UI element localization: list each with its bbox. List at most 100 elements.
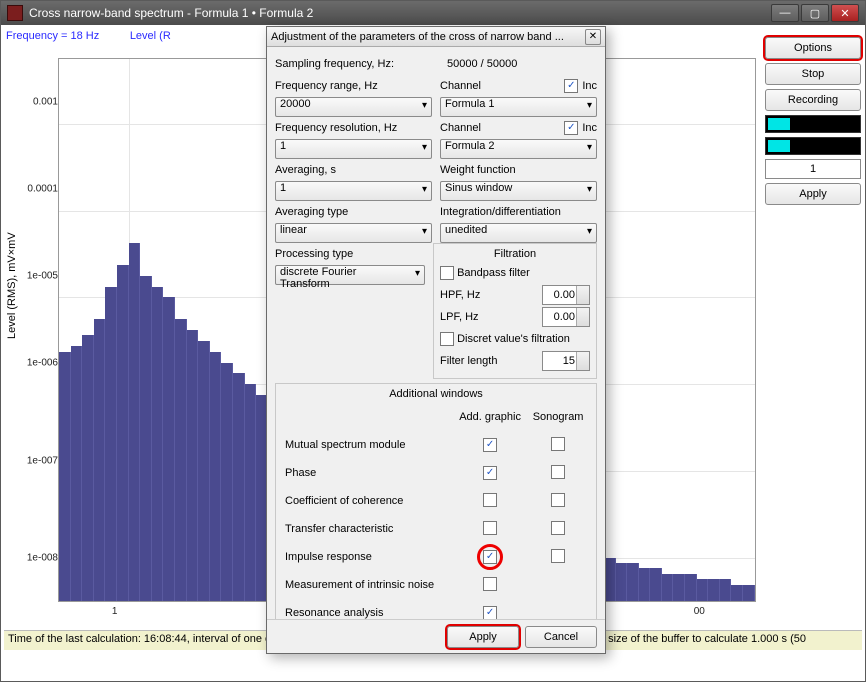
x-tick: 00 bbox=[694, 606, 705, 617]
aw-sonogram-checkbox[interactable] bbox=[551, 437, 565, 451]
aw-graphic-checkbox[interactable] bbox=[483, 493, 497, 507]
intdiff-label: Integration/differentiation bbox=[440, 206, 597, 218]
minimize-button[interactable]: — bbox=[771, 4, 799, 22]
freq-readout: Frequency = 18 Hz bbox=[6, 30, 99, 42]
side-value-input[interactable] bbox=[765, 159, 861, 179]
aw-row-label: Coefficient of coherence bbox=[284, 488, 452, 514]
dialog-close-button[interactable]: ✕ bbox=[585, 29, 601, 45]
avg-type-label: Averaging type bbox=[275, 206, 432, 218]
side-apply-button[interactable]: Apply bbox=[765, 183, 861, 205]
bandpass-label: Bandpass filter bbox=[457, 267, 530, 279]
aw-col-graphic: Add. graphic bbox=[454, 404, 526, 430]
aw-title: Additional windows bbox=[282, 388, 590, 400]
y-tick: 1e-007 bbox=[27, 455, 58, 466]
channel1-select[interactable]: Formula 1 bbox=[440, 97, 597, 117]
weight-select[interactable]: Sinus window bbox=[440, 181, 597, 201]
inc-label: Inc bbox=[582, 80, 597, 92]
filter-len-input[interactable]: 15 bbox=[542, 351, 590, 371]
maximize-button[interactable]: ▢ bbox=[801, 4, 829, 22]
additional-windows-table: Add. graphic Sonogram Mutual spectrum mo… bbox=[282, 402, 590, 619]
avg-type-select[interactable]: linear bbox=[275, 223, 432, 243]
aw-row: Resonance analysis bbox=[284, 600, 588, 619]
channel-label-2: Channel bbox=[440, 122, 560, 134]
additional-windows-group: Additional windows Add. graphic Sonogram… bbox=[275, 383, 597, 619]
aw-row: Mutual spectrum module bbox=[284, 432, 588, 458]
channel2-inc-checkbox[interactable] bbox=[564, 121, 578, 135]
inc-label-2: Inc bbox=[582, 122, 597, 134]
aw-row-label: Resonance analysis bbox=[284, 600, 452, 619]
dialog-titlebar: Adjustment of the parameters of the cros… bbox=[267, 27, 605, 47]
aw-sonogram-checkbox[interactable] bbox=[551, 521, 565, 535]
dialog-cancel-button[interactable]: Cancel bbox=[525, 626, 597, 648]
dialog-footer: Apply Cancel bbox=[267, 619, 605, 653]
y-tick: 1e-005 bbox=[27, 270, 58, 281]
aw-row: Coefficient of coherence bbox=[284, 488, 588, 514]
aw-sonogram-checkbox[interactable] bbox=[551, 549, 565, 563]
dialog-apply-button[interactable]: Apply bbox=[447, 626, 519, 648]
aw-sonogram-checkbox[interactable] bbox=[551, 465, 565, 479]
filtration-title: Filtration bbox=[440, 248, 590, 260]
aw-graphic-checkbox[interactable] bbox=[483, 606, 497, 619]
channel-label: Channel bbox=[440, 80, 560, 92]
aw-graphic-checkbox[interactable] bbox=[483, 466, 497, 480]
y-tick: 1e-008 bbox=[27, 553, 58, 564]
stop-button[interactable]: Stop bbox=[765, 63, 861, 85]
y-tick: 0.001 bbox=[33, 96, 58, 107]
proc-type-select[interactable]: discrete Fourier Transform bbox=[275, 265, 425, 285]
close-button[interactable]: ✕ bbox=[831, 4, 859, 22]
freq-res-label: Frequency resolution, Hz bbox=[275, 122, 432, 134]
channel1-inc-checkbox[interactable] bbox=[564, 79, 578, 93]
parameters-dialog: Adjustment of the parameters of the cros… bbox=[266, 26, 606, 654]
aw-row-label: Measurement of intrinsic noise bbox=[284, 572, 452, 598]
dialog-title: Adjustment of the parameters of the cros… bbox=[271, 31, 585, 43]
hpf-input[interactable]: 0.00 bbox=[542, 285, 590, 305]
channel-indicator-1[interactable] bbox=[765, 115, 861, 133]
channel2-select[interactable]: Formula 2 bbox=[440, 139, 597, 159]
aw-row-label: Mutual spectrum module bbox=[284, 432, 452, 458]
aw-row: Impulse response bbox=[284, 544, 588, 570]
y-tick: 1e-006 bbox=[27, 357, 58, 368]
aw-row: Transfer characteristic bbox=[284, 516, 588, 542]
x-tick: 1 bbox=[112, 606, 118, 617]
avg-s-select[interactable]: 1 bbox=[275, 181, 432, 201]
freq-range-label: Frequency range, Hz bbox=[275, 80, 432, 92]
aw-row-label: Phase bbox=[284, 460, 452, 486]
dialog-body: Sampling frequency, Hz: 50000 / 50000 Fr… bbox=[267, 47, 605, 619]
aw-row: Phase bbox=[284, 460, 588, 486]
proc-type-label: Processing type bbox=[275, 248, 425, 260]
aw-sonogram-checkbox[interactable] bbox=[551, 493, 565, 507]
discret-checkbox[interactable] bbox=[440, 332, 454, 346]
weight-label: Weight function bbox=[440, 164, 597, 176]
level-readout: Level (R bbox=[130, 30, 171, 42]
recording-button[interactable]: Recording bbox=[765, 89, 861, 111]
side-panel: Options Stop Recording Apply bbox=[765, 37, 861, 205]
freq-range-select[interactable]: 20000 bbox=[275, 97, 432, 117]
aw-graphic-checkbox[interactable] bbox=[483, 438, 497, 452]
options-button[interactable]: Options bbox=[765, 37, 861, 59]
discret-label: Discret value's filtration bbox=[457, 333, 570, 345]
filter-len-label: Filter length bbox=[440, 355, 542, 367]
aw-row-label: Transfer characteristic bbox=[284, 516, 452, 542]
main-window: Cross narrow-band spectrum - Formula 1 •… bbox=[0, 0, 866, 682]
aw-row: Measurement of intrinsic noise bbox=[284, 572, 588, 598]
intdiff-select[interactable]: unedited bbox=[440, 223, 597, 243]
aw-graphic-checkbox[interactable] bbox=[483, 521, 497, 535]
sampling-freq-label: Sampling frequency, Hz: bbox=[275, 58, 447, 70]
y-ticks: 0.001 0.0001 1e-005 1e-006 1e-007 1e-008 bbox=[14, 58, 58, 602]
channel-indicator-2[interactable] bbox=[765, 137, 861, 155]
aw-graphic-checkbox[interactable] bbox=[483, 550, 497, 564]
app-icon bbox=[7, 5, 23, 21]
window-title: Cross narrow-band spectrum - Formula 1 •… bbox=[29, 6, 771, 20]
aw-graphic-checkbox[interactable] bbox=[483, 577, 497, 591]
aw-col-sonogram: Sonogram bbox=[528, 404, 588, 430]
titlebar: Cross narrow-band spectrum - Formula 1 •… bbox=[1, 1, 865, 25]
aw-row-label: Impulse response bbox=[284, 544, 452, 570]
avg-s-label: Averaging, s bbox=[275, 164, 432, 176]
bandpass-checkbox[interactable] bbox=[440, 266, 454, 280]
lpf-input[interactable]: 0.00 bbox=[542, 307, 590, 327]
lpf-label: LPF, Hz bbox=[440, 311, 542, 323]
hpf-label: HPF, Hz bbox=[440, 289, 542, 301]
freq-res-select[interactable]: 1 bbox=[275, 139, 432, 159]
y-tick: 0.0001 bbox=[27, 183, 58, 194]
sampling-freq-value: 50000 / 50000 bbox=[447, 58, 597, 70]
